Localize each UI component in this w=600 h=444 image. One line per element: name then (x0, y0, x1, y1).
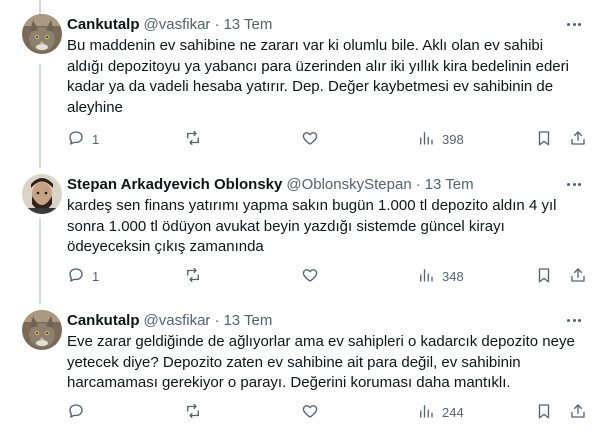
bookmark-icon (535, 266, 553, 287)
share-button[interactable] (569, 265, 587, 287)
views-icon (417, 129, 435, 150)
bookmark-icon (535, 402, 553, 423)
tweet-text-line: sonra 1.000 tl ödüyon avukat beyin yazdı… (67, 217, 505, 235)
avatar[interactable] (22, 174, 62, 214)
tweet-text: kardeş sen finans yatırımı yapma sakın b… (67, 196, 587, 258)
tweet-header: Cankutalp @vasfikar · 13 Tem (67, 14, 272, 34)
tweet-text-line: yetecek diye? Depozito zaten ev sahibine… (67, 353, 521, 371)
retweet-button[interactable] (184, 128, 209, 150)
tweet-text: Eve zarar geldiğinde de ağlıyorlar ama e… (67, 332, 587, 394)
share-button[interactable] (569, 401, 587, 423)
username[interactable]: @vasfikar (144, 312, 211, 329)
tweet[interactable]: Cankutalp @vasfikar · 13 Tem Eve zarar g… (0, 310, 600, 434)
tweet-text-line: kadar ya da vadeli hesaba yatırır. Dep. … (67, 78, 554, 95)
thread-line (39, 0, 41, 14)
reply-button[interactable] (67, 401, 92, 423)
tweet-text-line: aleyhine (67, 98, 123, 116)
tweet-text-line: Eve zarar geldiğinde de ağlıyorlar ama e… (67, 333, 575, 350)
more-icon[interactable] (564, 16, 584, 32)
like-button[interactable] (301, 265, 326, 287)
tweet-header: Cankutalp @vasfikar · 13 Tem (67, 310, 272, 330)
tweet-text: Bu maddenin ev sahibine ne zararı var ki… (67, 36, 587, 118)
views-icon (417, 266, 435, 287)
action-bar: 1 398 (67, 128, 587, 150)
action-bar: 1 348 (67, 265, 587, 287)
display-name[interactable]: Stepan Arkadyevich Oblonsky (67, 176, 282, 193)
reply-button[interactable]: 1 (67, 128, 99, 150)
views-button[interactable]: 348 (417, 265, 464, 287)
tweet-text-line: Bu maddenin ev sahibine ne zararı var ki… (67, 37, 544, 54)
tweet-text-line: ödeyeceksin çıkış zamanında (67, 238, 264, 255)
views-button[interactable]: 398 (417, 128, 464, 150)
views-button[interactable]: 244 (417, 401, 464, 423)
views-count: 398 (442, 131, 464, 147)
bookmark-button[interactable] (535, 401, 553, 423)
username[interactable]: @vasfikar (144, 16, 211, 33)
like-button[interactable] (301, 128, 326, 150)
tweet-text-line: aldığı depozitoyu ya yabancı para üzerin… (67, 57, 569, 75)
like-button[interactable] (301, 401, 326, 423)
reply-icon (67, 402, 85, 423)
reply-icon (67, 266, 85, 287)
reply-icon (67, 129, 85, 150)
separator: · (415, 175, 421, 193)
retweet-icon (184, 266, 202, 287)
heart-icon (301, 266, 319, 287)
retweet-icon (184, 402, 202, 423)
timestamp[interactable]: 13 Tem (425, 176, 474, 193)
views-count: 348 (442, 268, 464, 284)
share-icon (569, 266, 587, 287)
share-icon (569, 402, 587, 423)
tweet-text-line: harcamaması gerekiyor o parayı. Değerini… (67, 374, 511, 391)
bookmark-button[interactable] (535, 128, 553, 150)
action-bar: 244 (67, 401, 587, 423)
separator: · (214, 311, 220, 329)
heart-icon (301, 402, 319, 423)
views-count: 244 (442, 404, 464, 420)
more-icon[interactable] (564, 176, 584, 192)
tweet[interactable]: Stepan Arkadyevich Oblonsky @OblonskySte… (0, 174, 600, 298)
heart-icon (301, 129, 319, 150)
views-icon (417, 402, 435, 423)
avatar[interactable] (22, 310, 62, 350)
share-icon (569, 129, 587, 150)
reply-count: 1 (92, 268, 100, 284)
retweet-button[interactable] (184, 401, 209, 423)
retweet-icon (184, 129, 202, 150)
avatar[interactable] (22, 14, 62, 54)
bookmark-icon (535, 129, 553, 150)
retweet-button[interactable] (184, 265, 209, 287)
display-name[interactable]: Cankutalp (67, 312, 140, 329)
separator: · (214, 15, 220, 33)
bookmark-button[interactable] (535, 265, 553, 287)
display-name[interactable]: Cankutalp (67, 16, 140, 33)
share-button[interactable] (569, 128, 587, 150)
timestamp[interactable]: 13 Tem (223, 312, 272, 329)
username[interactable]: @OblonskyStepan (286, 176, 411, 193)
tweet[interactable]: Cankutalp @vasfikar · 13 Tem Bu maddenin… (0, 14, 600, 156)
reply-button[interactable]: 1 (67, 265, 99, 287)
reply-count: 1 (92, 131, 100, 147)
tweet-header: Stepan Arkadyevich Oblonsky @OblonskySte… (67, 174, 474, 194)
tweet-text-line: kardeş sen finans yatırımı yapma sakın b… (67, 197, 557, 214)
timestamp[interactable]: 13 Tem (223, 16, 272, 33)
more-icon[interactable] (564, 312, 584, 328)
